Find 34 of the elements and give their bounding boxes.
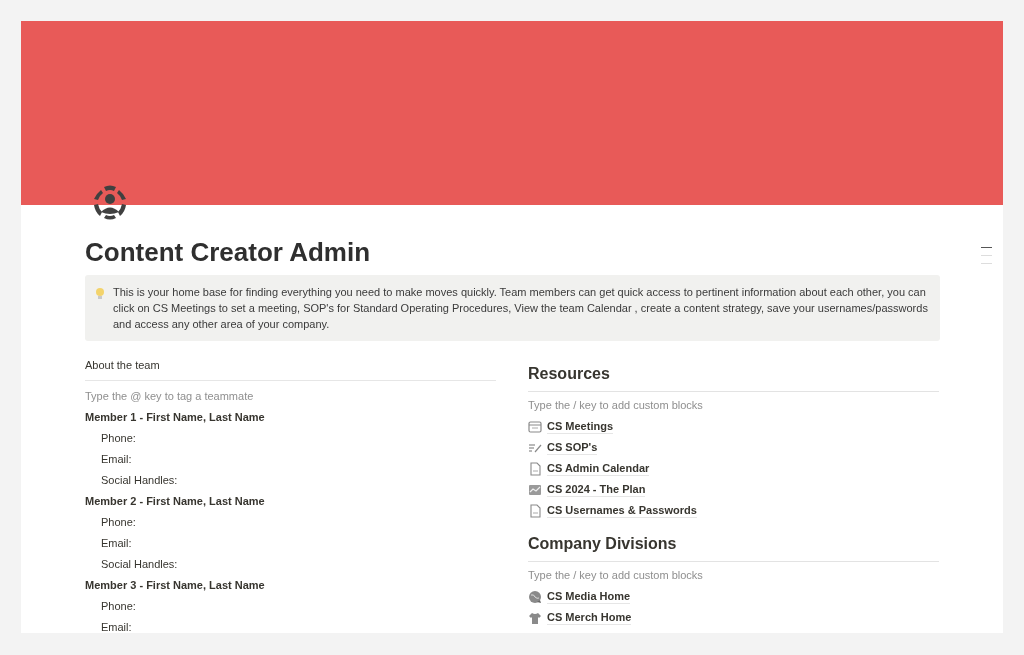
page-link[interactable]: CS Admin Calendar [547,461,650,476]
page-link[interactable]: CS 2024 - The Plan [547,482,646,497]
page-icon [528,503,542,518]
shirt-icon [528,610,542,625]
page-link[interactable]: CS SOP's [547,440,598,455]
field-label: Phone: [100,431,137,446]
page-title: Content Creator Admin [85,237,372,267]
section-heading: Resources [528,365,939,392]
lightbulb-icon [95,287,105,299]
globe-icon [528,589,542,604]
page-link[interactable]: CS Meetings [547,419,613,434]
field-label: Email: [100,452,133,467]
page-icon [528,461,542,476]
member-name: Member 3 - First Name, Last Name [85,578,266,593]
member-name: Member 1 - First Name, Last Name [85,410,266,425]
member-name: Member 2 - First Name, Last Name [85,494,266,509]
field-label: Email: [100,536,133,551]
placeholder-text: Type the / key to add custom blocks [528,398,704,413]
outline-icon[interactable] [981,247,992,267]
placeholder-text: Type the / key to add custom blocks [528,568,704,583]
page-link[interactable]: CS Media Home [547,589,631,604]
placeholder-text: Type the @ key to tag a teammate [85,389,255,404]
field-label: Phone: [100,599,137,614]
section-heading: About the team [85,355,496,381]
field-label: Social Handles: [100,473,179,488]
field-label: Phone: [100,515,137,530]
section-heading: Company Divisions [528,535,939,562]
page-link[interactable]: CS Merch Home [547,610,632,625]
field-label: Social Handles: [100,557,179,572]
callout-text: This is your home base for finding everything you need to make moves quickly. Team members can get quick access to pertinent information about each other, you can click on CS Meetings to set a meeting, SOP's for Standard Operating Procedures, View the team Calendar , create a content strategy, save your usernames/passwords and access any other area of your company. [113,285,929,332]
field-label: Email: [100,620,133,633]
page-link[interactable]: CS Usernames & Passwords [547,503,697,518]
board-icon [528,419,542,434]
chart-icon [528,482,542,497]
